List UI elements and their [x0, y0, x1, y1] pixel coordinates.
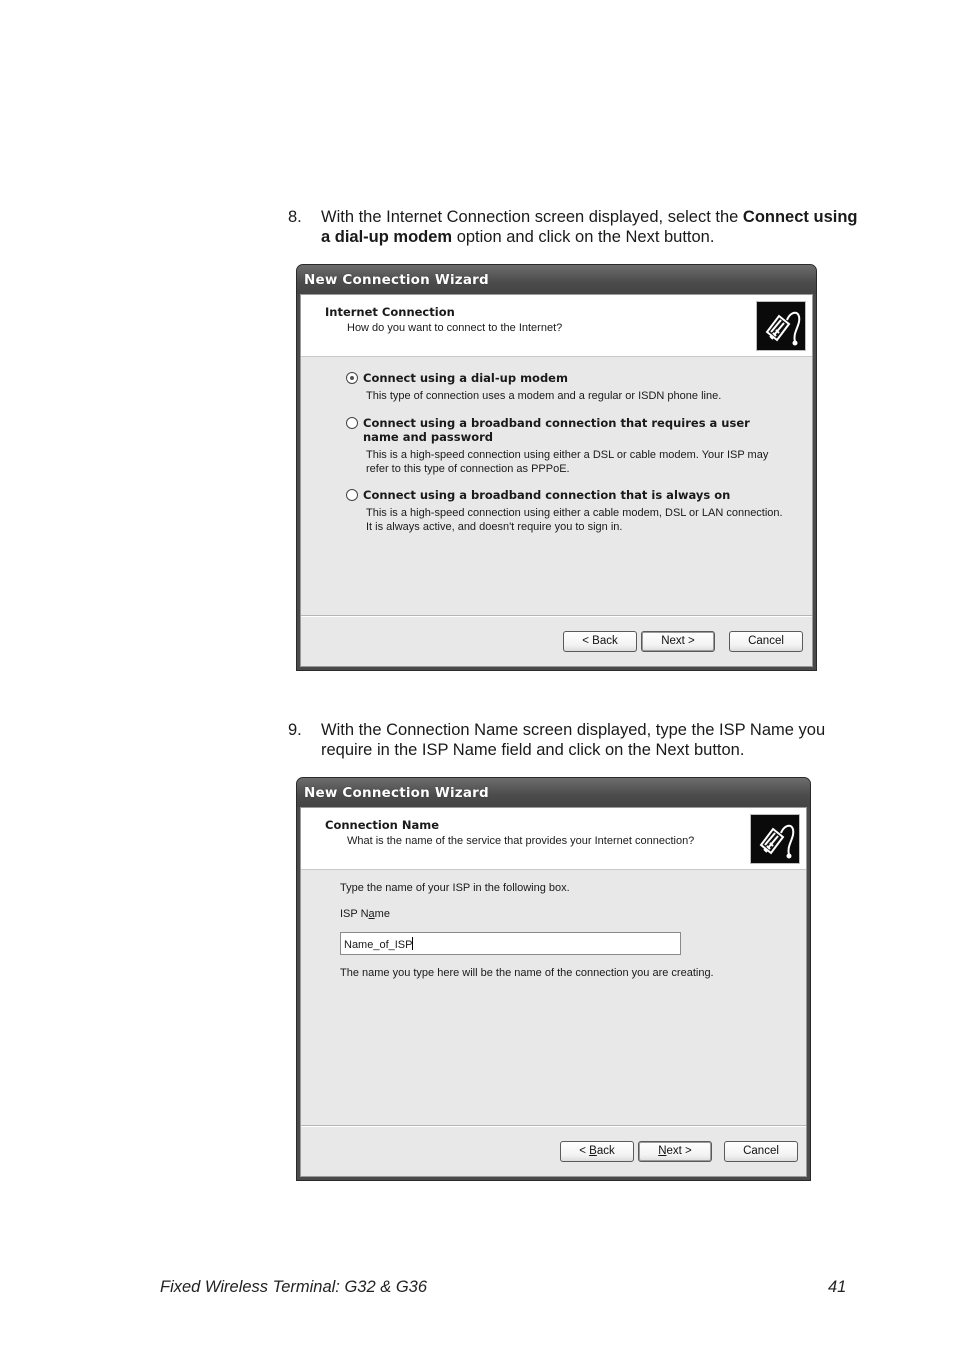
- note-text: The name you type here will be the name …: [340, 967, 714, 979]
- next-button[interactable]: Next >: [641, 631, 715, 652]
- wizard-client-area: Internet Connection How do you want to c…: [300, 294, 813, 667]
- back-button[interactable]: < Back: [560, 1141, 634, 1162]
- option-label[interactable]: Connect using a broadband connection tha…: [363, 488, 783, 502]
- isp-name-input[interactable]: Name_of_ISP: [340, 932, 681, 955]
- step-9-instruction: 9. With the Connection Name screen displ…: [288, 720, 858, 760]
- step-number: 8.: [288, 208, 302, 226]
- wizard-footer: < Back Next > Cancel: [301, 615, 812, 666]
- document-footer-title: Fixed Wireless Terminal: G32 & G36: [160, 1278, 428, 1296]
- step-text: With the Internet Connection screen disp…: [321, 207, 858, 247]
- network-cable-icon: [750, 814, 800, 864]
- back-button[interactable]: < Back: [563, 631, 637, 652]
- isp-name-value[interactable]: Name_of_ISP: [344, 939, 412, 951]
- header-title: Connection Name: [325, 818, 440, 832]
- radio-button-selected[interactable]: [346, 372, 358, 384]
- step-text-part: With the Internet Connection screen disp…: [321, 208, 743, 226]
- step-text: With the Connection Name screen displaye…: [321, 721, 826, 759]
- option-dial-up[interactable]: Connect using a dial-up modem This type …: [346, 371, 786, 403]
- step-number: 9.: [288, 721, 302, 739]
- wizard-window-internet-connection: New Connection Wizard Internet Connectio…: [296, 264, 817, 671]
- option-description: This is a high-speed connection using ei…: [366, 449, 769, 475]
- cancel-button[interactable]: Cancel: [724, 1141, 798, 1162]
- option-description: This is a high-speed connection using ei…: [366, 507, 783, 533]
- option-description: This type of connection uses a modem and…: [366, 390, 722, 402]
- next-button[interactable]: Next >: [638, 1141, 712, 1162]
- window-title: New Connection Wizard: [297, 778, 810, 807]
- page-number: 41: [828, 1278, 847, 1296]
- network-cable-icon: [756, 301, 806, 351]
- option-broadband-pppoe[interactable]: Connect using a broadband connection tha…: [346, 416, 786, 476]
- wizard-window-connection-name: New Connection Wizard Connection Name Wh…: [296, 777, 811, 1181]
- wizard-header: Internet Connection How do you want to c…: [301, 295, 812, 357]
- header-title: Internet Connection: [325, 305, 455, 319]
- wizard-footer: < Back Next > Cancel: [301, 1125, 806, 1176]
- wizard-header: Connection Name What is the name of the …: [301, 808, 806, 870]
- isp-name-label: ISP Name: [340, 908, 390, 920]
- header-subtitle: What is the name of the service that pro…: [347, 835, 695, 847]
- text-cursor: [412, 937, 414, 950]
- radio-button[interactable]: [346, 417, 358, 429]
- option-broadband-always-on[interactable]: Connect using a broadband connection tha…: [346, 488, 786, 534]
- option-label[interactable]: Connect using a dial-up modem: [363, 371, 783, 385]
- header-subtitle: How do you want to connect to the Intern…: [347, 322, 563, 334]
- cancel-button[interactable]: Cancel: [729, 631, 803, 652]
- wizard-client-area: Connection Name What is the name of the …: [300, 807, 807, 1177]
- instruction-text: Type the name of your ISP in the followi…: [340, 882, 570, 894]
- step-text-part: option and click on the Next button.: [452, 228, 715, 246]
- step-8-instruction: 8. With the Internet Connection screen d…: [288, 207, 858, 247]
- window-title: New Connection Wizard: [297, 265, 816, 294]
- radio-button[interactable]: [346, 489, 358, 501]
- option-label[interactable]: Connect using a broadband connection tha…: [363, 416, 783, 444]
